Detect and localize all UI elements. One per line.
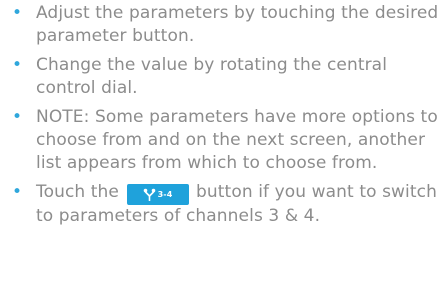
bullet-dot: • xyxy=(12,107,23,127)
bullet-dot: • xyxy=(12,55,23,75)
bullet-dot: • xyxy=(12,182,23,202)
list-item-text: Adjust the parameters by touching the de… xyxy=(36,3,439,46)
instruction-list: • Adjust the parameters by touching the … xyxy=(10,2,446,228)
list-item-text: NOTE: Some parameters have more options … xyxy=(36,107,438,173)
channel-switch-icon xyxy=(143,188,155,201)
list-item-text: Change the value by rotating the central… xyxy=(36,55,388,98)
channel-switch-button: 3-4 xyxy=(126,184,189,205)
list-item-text-before: Touch the xyxy=(36,182,119,202)
list-item: • Change the value by rotating the centr… xyxy=(10,54,446,100)
list-item: • Adjust the parameters by touching the … xyxy=(10,2,446,48)
channel-switch-label: 3-4 xyxy=(157,189,173,199)
list-item: • NOTE: Some parameters have more option… xyxy=(10,106,446,175)
instruction-content: • Adjust the parameters by touching the … xyxy=(10,2,446,234)
list-item: • Touch the 3-4 button if you want to sw… xyxy=(10,181,446,228)
bullet-dot: • xyxy=(12,3,23,23)
